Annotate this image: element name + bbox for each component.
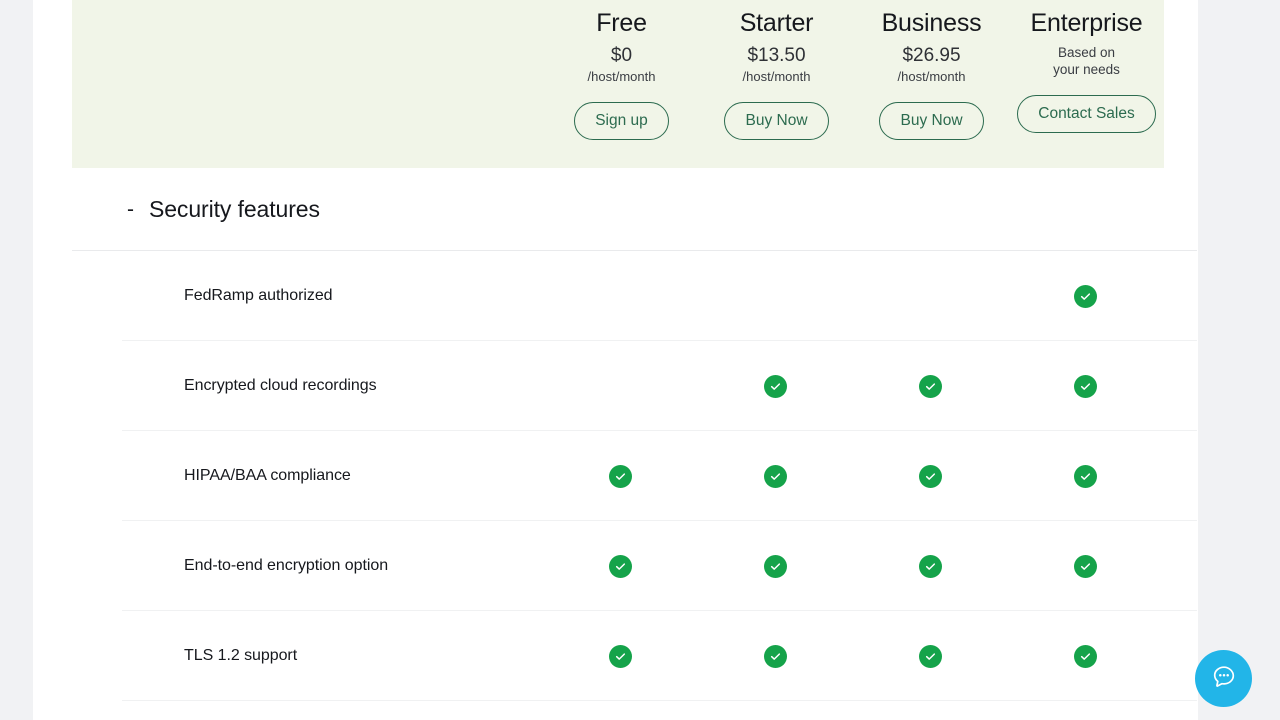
chat-bubble-icon	[1209, 662, 1239, 695]
feature-cell-enterprise	[1065, 546, 1105, 586]
check-circle-icon	[1073, 554, 1097, 578]
feature-label: FedRamp authorized	[184, 287, 333, 304]
section-header[interactable]: - Security features	[33, 168, 1198, 250]
plan-price-block: $0/host/month	[544, 44, 699, 85]
plan-price-block: Based on your needs	[1009, 44, 1164, 78]
table-row: Encrypted cloud recordings	[33, 341, 1198, 431]
feature-label: Encrypted cloud recordings	[184, 377, 377, 394]
table-row: HIPAA/BAA compliance	[33, 431, 1198, 521]
feature-cell-starter	[755, 636, 795, 676]
check-circle-icon	[608, 554, 632, 578]
table-row: End-to-end encryption option	[33, 521, 1198, 611]
feature-label: HIPAA/BAA compliance	[184, 467, 351, 484]
check-circle-icon	[1073, 464, 1097, 488]
plan-cta-button[interactable]: Buy Now	[879, 102, 984, 140]
plan-cta-button[interactable]: Sign up	[574, 102, 669, 140]
feature-cell-business	[910, 366, 950, 406]
plan-price-block: $13.50/host/month	[699, 44, 854, 85]
section-title: Security features	[149, 195, 320, 222]
feature-cell-enterprise	[1065, 366, 1105, 406]
check-circle-icon	[1073, 644, 1097, 668]
plan-column-starter: Starter $13.50/host/month Buy Now	[699, 0, 854, 140]
check-circle-icon	[763, 554, 787, 578]
check-circle-icon	[918, 374, 942, 398]
plan-price-block: $26.95/host/month	[854, 44, 1009, 85]
check-circle-icon	[763, 374, 787, 398]
plan-cta-wrapper: Buy Now	[854, 102, 1009, 140]
feature-cell-free	[600, 546, 640, 586]
feature-cell-business	[910, 636, 950, 676]
page-content-container: Free $0/host/month Sign up Starter $13.50/ho…	[33, 0, 1198, 720]
collapse-minus-icon[interactable]: -	[127, 199, 149, 220]
feature-cell-starter	[755, 546, 795, 586]
feature-cell-business	[910, 456, 950, 496]
pricing-plan-header: Free $0/host/month Sign up Starter $13.50/ho…	[72, 0, 1164, 168]
feature-cell-free	[600, 456, 640, 496]
check-circle-icon	[918, 464, 942, 488]
plan-cta-wrapper: Contact Sales	[1009, 95, 1164, 133]
check-circle-icon	[918, 644, 942, 668]
check-circle-icon	[608, 464, 632, 488]
check-circle-icon	[918, 554, 942, 578]
security-features-section: - Security features FedRamp authorized En…	[33, 168, 1198, 701]
check-circle-icon	[763, 464, 787, 488]
feature-cell-enterprise	[1065, 276, 1105, 316]
plan-cta-wrapper: Sign up	[544, 102, 699, 140]
feature-cell-starter	[755, 276, 795, 316]
feature-cell-free	[600, 636, 640, 676]
feature-cell-enterprise	[1065, 456, 1105, 496]
plan-price-note: /host/month	[587, 69, 656, 84]
plan-price-note: /host/month	[742, 69, 811, 84]
feature-cell-business	[910, 546, 950, 586]
row-divider	[122, 700, 1197, 701]
plan-price-note: /host/month	[897, 69, 966, 84]
plan-price: $0	[610, 45, 633, 66]
check-circle-icon	[1073, 284, 1097, 308]
plan-name: Business	[881, 9, 982, 37]
feature-cell-starter	[755, 366, 795, 406]
plan-cta-button[interactable]: Buy Now	[724, 102, 829, 140]
feature-cell-free	[600, 276, 640, 316]
check-circle-icon	[1073, 374, 1097, 398]
plan-price-note: your needs	[1053, 62, 1120, 77]
chat-widget-button[interactable]	[1195, 650, 1252, 707]
plan-price: $13.50	[747, 45, 806, 66]
feature-cell-free	[600, 366, 640, 406]
feature-cell-business	[910, 276, 950, 316]
plan-name: Free	[596, 9, 647, 37]
plan-price: $26.95	[902, 45, 961, 66]
plan-cta-wrapper: Buy Now	[699, 102, 854, 140]
feature-label: TLS 1.2 support	[184, 647, 298, 664]
feature-label: End-to-end encryption option	[184, 557, 389, 574]
table-row: TLS 1.2 support	[33, 611, 1198, 701]
feature-cell-enterprise	[1065, 636, 1105, 676]
plan-column-business: Business $26.95/host/month Buy Now	[854, 0, 1009, 140]
plan-column-free: Free $0/host/month Sign up	[544, 0, 699, 140]
plan-name: Enterprise	[1030, 9, 1143, 37]
plan-cta-button[interactable]: Contact Sales	[1017, 95, 1156, 133]
plan-name: Starter	[739, 9, 814, 37]
table-row: FedRamp authorized	[33, 251, 1198, 341]
feature-comparison-table: FedRamp authorized Encrypted cloud record…	[33, 251, 1198, 701]
check-circle-icon	[608, 644, 632, 668]
feature-cell-starter	[755, 456, 795, 496]
check-circle-icon	[763, 644, 787, 668]
plan-column-enterprise: Enterprise Based on your needs Contact Sale…	[1009, 0, 1164, 133]
plan-price: Based on	[1057, 45, 1116, 60]
